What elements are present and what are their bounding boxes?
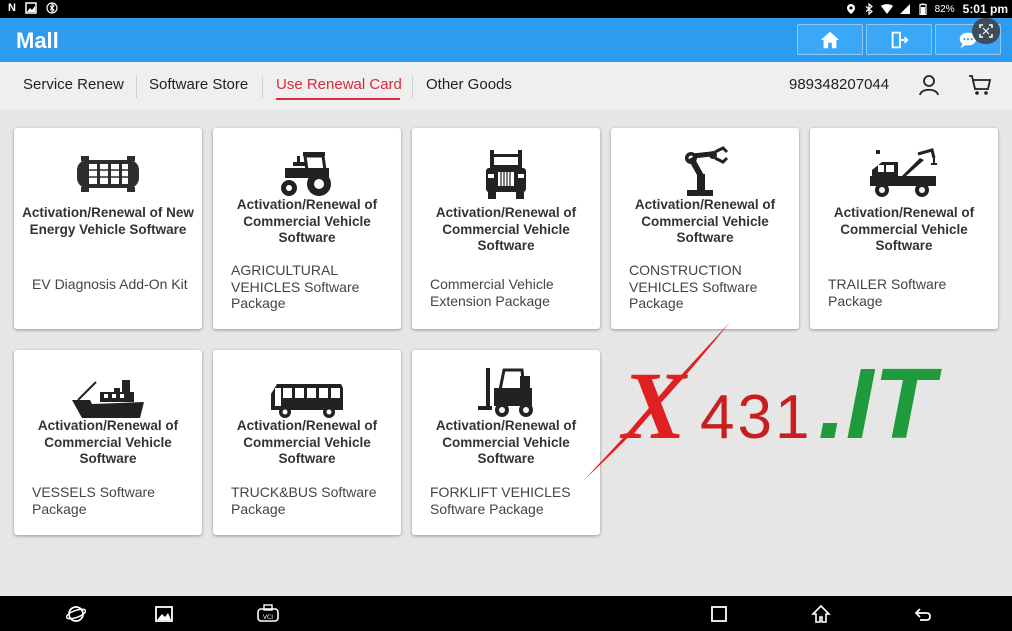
- product-card-ev[interactable]: Activation/Renewal of New Energy Vehicle…: [14, 128, 202, 329]
- tab-use-renewal-card[interactable]: Use Renewal Card: [276, 76, 402, 93]
- notification-n-icon: N: [8, 2, 16, 14]
- tab-divider: [136, 76, 137, 98]
- robot-arm-icon: [685, 146, 729, 196]
- recent-apps-icon[interactable]: [709, 604, 729, 624]
- status-bar: N 82% 5:01 pm: [0, 0, 1012, 18]
- tab-divider: [262, 76, 263, 98]
- clock-time: 5:01 pm: [962, 2, 1008, 16]
- bus-icon: [271, 384, 343, 418]
- card-description: FORKLIFT VEHICLES Software Package: [430, 484, 571, 517]
- app-bar: Mall: [0, 18, 1012, 62]
- ev-battery-icon: [77, 156, 139, 192]
- card-heading: Activation/Renewal of Commercial Vehicle…: [435, 418, 577, 466]
- product-card-construction[interactable]: Activation/Renewal of Commercial Vehicle…: [611, 128, 799, 329]
- product-card-truck-bus[interactable]: Activation/Renewal of Commercial Vehicle…: [213, 350, 401, 535]
- tab-software-store[interactable]: Software Store: [149, 76, 248, 93]
- card-description: CONSTRUCTION VEHICLES Software Package: [629, 262, 758, 311]
- battery-percent: 82%: [934, 3, 955, 15]
- svg-text:VCI: VCI: [263, 614, 273, 621]
- account-phone: 989348207044: [789, 76, 890, 93]
- back-icon[interactable]: [914, 604, 934, 624]
- home-icon: [820, 31, 840, 48]
- card-heading: Activation/Renewal of New Energy Vehicle…: [22, 205, 194, 237]
- battery-icon: [919, 3, 927, 15]
- card-heading: Activation/Renewal of Commercial Vehicle…: [37, 418, 179, 466]
- app-title: Mall: [16, 28, 59, 53]
- forklift-icon: [478, 368, 533, 417]
- card-description: TRUCK&BUS Software Package: [231, 484, 377, 517]
- watermark-it: .IT: [818, 348, 943, 460]
- image-notification-icon: [25, 2, 37, 14]
- card-description: TRAILER Software Package: [828, 276, 947, 309]
- system-nav-bar: VCI: [0, 596, 1012, 631]
- screenshot-capture-icon: [979, 24, 993, 38]
- tractor-icon: [281, 152, 331, 196]
- exit-button[interactable]: [866, 24, 932, 55]
- gallery-icon[interactable]: [154, 604, 174, 624]
- bluetooth-notification-icon: [46, 2, 58, 14]
- product-card-vessels[interactable]: Activation/Renewal of Commercial Vehicle…: [14, 350, 202, 535]
- truck-front-icon: [486, 150, 526, 199]
- product-card-commercial[interactable]: Activation/Renewal of Commercial Vehicle…: [412, 128, 600, 329]
- card-description: VESSELS Software Package: [32, 484, 155, 517]
- watermark-swoosh: [584, 322, 730, 480]
- card-description: EV Diagnosis Add-On Kit: [32, 276, 188, 292]
- card-heading: Activation/Renewal of Commercial Vehicle…: [833, 205, 975, 253]
- tab-service-renew[interactable]: Service Renew: [23, 76, 124, 93]
- tab-divider: [412, 76, 413, 98]
- ship-icon: [72, 380, 144, 418]
- bluetooth-icon: [865, 3, 873, 15]
- exit-door-icon: [891, 31, 909, 48]
- home-nav-icon[interactable]: [811, 604, 831, 624]
- watermark-x: X: [619, 352, 688, 459]
- watermark-number: 431: [700, 383, 812, 452]
- home-button[interactable]: [797, 24, 863, 55]
- user-icon[interactable]: [918, 74, 940, 96]
- card-description: Commercial Vehicle Extension Package: [430, 276, 554, 309]
- card-heading: Activation/Renewal of Commercial Vehicle…: [236, 418, 378, 466]
- card-heading: Activation/Renewal of Commercial Vehicle…: [236, 197, 378, 245]
- product-card-forklift[interactable]: Activation/Renewal of Commercial Vehicle…: [412, 350, 600, 535]
- location-icon: [846, 4, 855, 14]
- shopping-cart-icon[interactable]: [968, 74, 992, 96]
- tabs-row: Service Renew Software Store Use Renewal…: [0, 62, 1012, 110]
- screenshot-overlay-button[interactable]: [972, 18, 1000, 44]
- card-heading: Activation/Renewal of Commercial Vehicle…: [435, 205, 577, 253]
- card-heading: Activation/Renewal of Commercial Vehicle…: [634, 197, 776, 245]
- status-left: N: [8, 2, 58, 14]
- wifi-icon: [880, 4, 893, 14]
- product-card-trailer[interactable]: Activation/Renewal of Commercial Vehicle…: [810, 128, 998, 329]
- card-description: AGRICULTURAL VEHICLES Software Package: [231, 262, 360, 311]
- x431-watermark-logo: X 431 .IT: [584, 322, 943, 480]
- tab-other-goods[interactable]: Other Goods: [426, 76, 512, 93]
- active-tab-indicator: [276, 98, 400, 100]
- tow-truck-icon: [870, 148, 937, 197]
- browser-planet-icon[interactable]: [66, 604, 86, 624]
- signal-icon: [899, 4, 910, 14]
- vci-connector-icon[interactable]: VCI: [256, 604, 280, 624]
- status-right: 82% 5:01 pm: [845, 2, 1008, 16]
- product-card-agricultural[interactable]: Activation/Renewal of Commercial Vehicle…: [213, 128, 401, 329]
